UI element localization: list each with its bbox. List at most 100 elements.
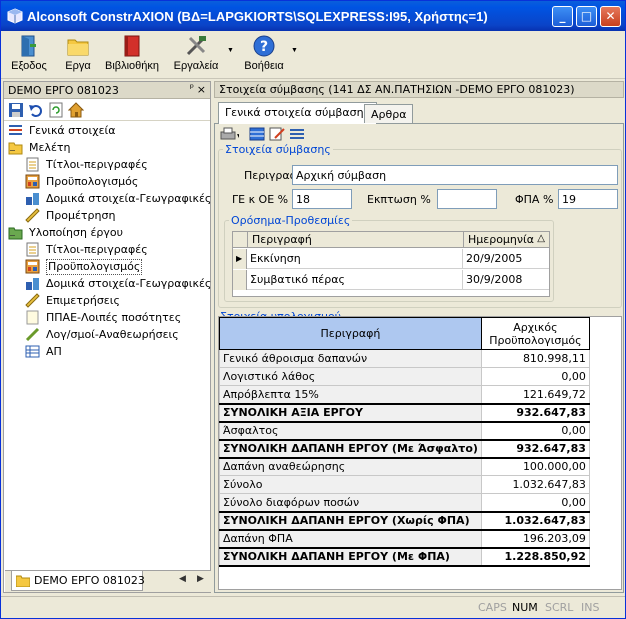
tree-item[interactable]: ΑΠ	[4, 343, 210, 360]
deadline-row[interactable]: Συμβατικό πέρας 30/9/2008	[233, 270, 549, 290]
deadlines-col-desc[interactable]: Περιγραφή	[247, 232, 463, 248]
tree-item[interactable]: − Υλοποίηση έργου	[4, 224, 210, 241]
panel-close-icon[interactable]: ×	[197, 83, 206, 96]
tab-articles[interactable]: Αρθρα	[364, 104, 414, 123]
document-icon	[25, 242, 40, 257]
tree-item[interactable]: − Μελέτη	[4, 139, 210, 156]
contract-panel: Στοιχεία σύμβασης (141 ΔΣ ΑΝ.ΠΑΤΗΣΙΩΝ -D…	[214, 81, 624, 593]
tree-item[interactable]: Τίτλοι-περιγραφές	[4, 156, 210, 173]
home-icon[interactable]	[67, 102, 85, 118]
calc-col-desc[interactable]: Περιγραφή	[219, 317, 482, 350]
calc-row-value[interactable]: 121.649,72	[480, 385, 590, 404]
calc-row[interactable]: Άσφαλτος 0,00	[219, 421, 590, 440]
calculator-icon	[25, 259, 40, 274]
tree-item[interactable]: Προμέτρηση	[4, 207, 210, 224]
calc-row[interactable]: ΣΥΝΟΛΙΚΗ ΔΑΠΑΝΗ ΕΡΓΟΥ (Με Άσφαλτο) 932.64…	[219, 438, 590, 459]
undo-icon[interactable]	[28, 102, 44, 118]
list-settings-icon[interactable]	[289, 127, 305, 141]
help-dropdown-icon[interactable]: ▼	[291, 47, 298, 54]
calc-row-value[interactable]: 100.000,00	[480, 457, 590, 476]
svg-text:−: −	[9, 146, 16, 155]
calc-row[interactable]: Λογιστικό λάθος 0,00	[219, 367, 590, 386]
edit-icon[interactable]	[269, 127, 285, 141]
calc-row[interactable]: Δαπάνη ΦΠΑ 196.203,09	[219, 529, 590, 548]
app-cube-icon	[7, 8, 23, 24]
discount-input[interactable]	[437, 189, 497, 209]
ge-oe-input[interactable]: 18	[292, 189, 352, 209]
pin-icon[interactable]: ᵖ	[190, 83, 194, 94]
calc-row-value[interactable]: 0,00	[480, 367, 590, 386]
tree-item[interactable]: Γενικά στοιχεία	[4, 122, 210, 139]
tree-item[interactable]: Τίτλοι-περιγραφές	[4, 241, 210, 258]
calc-row-value[interactable]: 0,00	[480, 421, 590, 440]
library-button[interactable]: Βιβλιοθήκη	[105, 34, 159, 72]
tree-item[interactable]: Προϋπολογισμός	[4, 258, 210, 275]
tree-item[interactable]: Λογ/σμοί-Αναθεωρήσεις	[4, 326, 210, 343]
projects-button[interactable]: Εργα	[61, 34, 95, 72]
print-icon[interactable]: ▼	[219, 127, 242, 141]
calc-row-label: Γενικό άθροισμα δαπανών	[219, 349, 482, 368]
calc-row[interactable]: ΣΥΝΟΛΙΚΗ ΔΑΠΑΝΗ ΕΡΓΟΥ (Χωρίς ΦΠΑ) 1.032.6…	[219, 510, 590, 531]
table-icon[interactable]	[249, 127, 265, 141]
calc-row-label: Απρόβλεπτα 15%	[219, 385, 482, 404]
svg-text:▼: ▼	[237, 133, 239, 140]
exit-button[interactable]: Εξοδος	[11, 34, 47, 72]
save-icon[interactable]	[8, 102, 24, 118]
tree-item[interactable]: Επιμετρήσεις	[4, 292, 210, 309]
svg-text:?: ?	[260, 39, 268, 55]
maximize-button[interactable]: □	[576, 6, 597, 27]
deadline-desc[interactable]: Εκκίνηση	[247, 249, 463, 269]
contract-panel-header: Στοιχεία σύμβασης (141 ΔΣ ΑΝ.ΠΑΤΗΣΙΩΝ -D…	[214, 81, 624, 98]
description-input[interactable]: Αρχική σύμβαση	[292, 165, 618, 185]
tree-item[interactable]: Δομικά στοιχεία-Γεωγραφικές πε	[4, 190, 227, 207]
project-tab-label: DEMO ΕΡΓΟ 081023	[34, 574, 145, 587]
deadline-date[interactable]: 20/9/2005	[463, 249, 549, 269]
calc-row-label: ΣΥΝΟΛΙΚΗ ΔΑΠΑΝΗ ΕΡΓΟΥ (Με Άσφαλτο)	[219, 438, 482, 459]
calc-row-value[interactable]: 1.228.850,92	[480, 546, 590, 567]
deadline-desc[interactable]: Συμβατικό πέρας	[247, 270, 463, 290]
minimize-button[interactable]: _	[552, 6, 573, 27]
tree-item-label: Τίτλοι-περιγραφές	[46, 243, 148, 256]
calc-row[interactable]: Δαπάνη αναθεώρησης 100.000,00	[219, 457, 590, 476]
tree-item[interactable]: Δομικά στοιχεία-Γεωγραφικές πε	[4, 275, 227, 292]
calc-row[interactable]: Απρόβλεπτα 15% 121.649,72	[219, 385, 590, 404]
tree-item[interactable]: ΠΠΑΕ-Λοιπές ποσότητες	[4, 309, 210, 326]
help-button[interactable]: ? Βοήθεια	[241, 34, 287, 72]
calc-row-value[interactable]: 1.032.647,83	[480, 510, 590, 531]
tools-button[interactable]: Εργαλεία	[173, 34, 219, 72]
main-toolbar: Εξοδος Εργα Βιβλιοθήκη Εργαλεία ▼ ? Βοήθ…	[1, 31, 625, 79]
tab-prev-icon[interactable]: ◀	[179, 574, 186, 584]
calc-row-value[interactable]: 810.998,11	[480, 349, 590, 368]
tree-item[interactable]: Προϋπολογισμός	[4, 173, 210, 190]
title-bar[interactable]: Alconsoft ConstrAXION (ΒΔ=LAPGKIORTS\SQL…	[1, 1, 625, 31]
deadline-date[interactable]: 30/9/2008	[463, 270, 549, 290]
calc-row[interactable]: Σύνολο διαφόρων ποσών 0,00	[219, 493, 590, 512]
tools-dropdown-icon[interactable]: ▼	[227, 47, 234, 54]
app-window: Alconsoft ConstrAXION (ΒΔ=LAPGKIORTS\SQL…	[0, 0, 626, 619]
deadlines-col-date[interactable]: Ημερομηνία △	[463, 232, 549, 248]
calc-row[interactable]: ΣΥΝΟΛΙΚΗ ΔΑΠΑΝΗ ΕΡΓΟΥ (Με ΦΠΑ) 1.228.850,…	[219, 546, 590, 567]
refresh-icon[interactable]	[48, 102, 64, 118]
deadline-row[interactable]: ▶ Εκκίνηση 20/9/2005	[233, 249, 549, 269]
calc-row[interactable]: ΣΥΝΟΛΙΚΗ ΑΞΙΑ ΕΡΓΟΥ 932.647,83	[219, 402, 590, 423]
calc-col-initial-line2: Προϋπολογισμός	[489, 333, 582, 347]
library-label: Βιβλιοθήκη	[105, 60, 160, 72]
calc-row-label: Σύνολο	[219, 475, 482, 494]
deadlines-legend: Ορόσημα-Προθεσμίες	[231, 214, 351, 227]
calc-row[interactable]: Σύνολο 1.032.647,83	[219, 475, 590, 494]
tree-item-label: ΑΠ	[46, 345, 62, 358]
close-button[interactable]: ✕	[600, 6, 621, 27]
calc-row-value[interactable]: 932.647,83	[480, 438, 590, 459]
deadlines-grid: Περιγραφή Ημερομηνία △ ▶ Εκκίνηση 20/9/200…	[232, 231, 550, 297]
calc-row-value[interactable]: 196.203,09	[480, 529, 590, 548]
calc-row-value[interactable]: 932.647,83	[480, 402, 590, 423]
calc-row[interactable]: Γενικό άθροισμα δαπανών 810.998,11	[219, 349, 590, 368]
tab-next-icon[interactable]: ▶	[197, 574, 204, 584]
calc-row-value[interactable]: 0,00	[480, 493, 590, 512]
calc-row-value[interactable]: 1.032.647,83	[480, 475, 590, 494]
vat-input[interactable]: 19	[558, 189, 618, 209]
project-tab[interactable]: DEMO ΕΡΓΟ 081023	[11, 571, 145, 591]
calc-col-initial[interactable]: Αρχικός Προϋπολογισμός	[480, 317, 590, 350]
tab-general[interactable]: Γενικά στοιχεία σύμβασης	[218, 102, 377, 124]
calc-row-label: Δαπάνη αναθεώρησης	[219, 457, 482, 476]
